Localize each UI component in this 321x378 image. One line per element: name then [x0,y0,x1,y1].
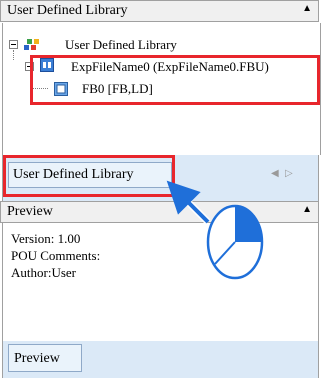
collapse-arrow-icon[interactable]: ▲ [302,204,312,215]
preview-pou-comments: POU Comments: [11,248,101,263]
tree-root-label[interactable]: User Defined Library [65,37,177,53]
preview-panel-title: Preview [7,204,53,219]
library-panel-header: User Defined Library ▲ [0,0,319,22]
tab-scroll-right-icon[interactable]: ▷ [285,168,299,179]
preview-tab-bar: Preview [2,341,319,378]
tree-connector [13,50,14,60]
library-panel-title: User Defined Library [7,3,128,18]
tab-preview[interactable]: Preview [8,344,82,372]
library-icon [22,38,40,52]
click-indicator-icon [166,180,264,280]
preview-author: Author:User [11,265,76,280]
collapse-tree-icon[interactable] [9,40,18,49]
tree-highlight-box [30,55,320,105]
tab-label: Preview [14,351,60,366]
tab-highlight-box [3,155,175,197]
preview-version: Version: 1.00 [11,231,81,246]
collapse-arrow-icon[interactable]: ▲ [302,3,312,14]
